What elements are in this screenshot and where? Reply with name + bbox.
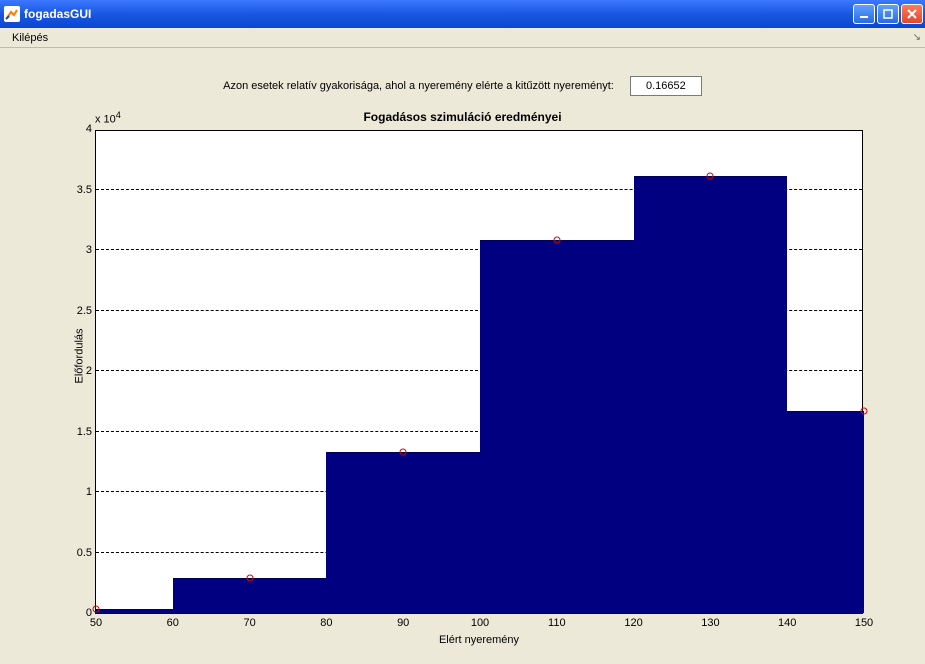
chart-axes: 00.511.522.533.5450607080901001101201301… [95, 130, 863, 614]
x-tick-label: 80 [320, 617, 332, 629]
menu-exit[interactable]: Kilépés [4, 30, 56, 46]
bar [173, 578, 327, 613]
menubar-grip-icon: ↘ [913, 32, 921, 43]
maximize-button[interactable] [877, 4, 899, 24]
minimize-button[interactable] [853, 4, 875, 24]
y-tick-label: 4 [68, 123, 92, 135]
menubar: Kilépés ↘ [0, 28, 925, 48]
y-tick-label: 3.5 [68, 184, 92, 196]
y-tick-label: 1 [68, 486, 92, 498]
y-tick-label: 1.5 [68, 426, 92, 438]
window-titlebar: fogadasGUI [0, 0, 925, 28]
x-tick-label: 110 [548, 617, 566, 629]
close-button[interactable] [901, 4, 923, 24]
x-tick-label: 60 [167, 617, 179, 629]
x-tick-label: 120 [624, 617, 642, 629]
x-tick-label: 100 [471, 617, 489, 629]
window-title: fogadasGUI [24, 7, 853, 21]
x-axis-label: Elért nyeremény [95, 634, 863, 646]
window-controls [853, 4, 923, 24]
result-row: Azon esetek relatív gyakorisága, ahol a … [0, 76, 925, 96]
result-value-box: 0.16652 [630, 76, 702, 96]
data-marker [707, 173, 714, 180]
x-tick-label: 90 [397, 617, 409, 629]
bar [787, 411, 864, 613]
matlab-app-icon [4, 6, 20, 22]
x-tick-label: 140 [778, 617, 796, 629]
y-tick-label: 0.5 [68, 547, 92, 559]
chart-title: Fogadásos szimuláció eredményei [0, 110, 925, 124]
x-tick-label: 130 [701, 617, 719, 629]
client-area: Azon esetek relatív gyakorisága, ahol a … [0, 48, 925, 664]
data-marker [861, 407, 868, 414]
y-tick-label: 0 [68, 607, 92, 619]
x-tick-label: 150 [855, 617, 873, 629]
y-tick-label: 3 [68, 244, 92, 256]
bar [634, 176, 788, 613]
bar [480, 240, 634, 613]
bar [96, 609, 173, 613]
data-marker [400, 449, 407, 456]
bar [326, 452, 480, 613]
y-tick-label: 2 [68, 365, 92, 377]
x-tick-label: 50 [90, 617, 102, 629]
x-tick-label: 70 [243, 617, 255, 629]
data-marker [246, 574, 253, 581]
data-marker [553, 237, 560, 244]
result-label: Azon esetek relatív gyakorisága, ahol a … [223, 80, 614, 92]
data-marker [93, 606, 100, 613]
y-tick-label: 2.5 [68, 305, 92, 317]
